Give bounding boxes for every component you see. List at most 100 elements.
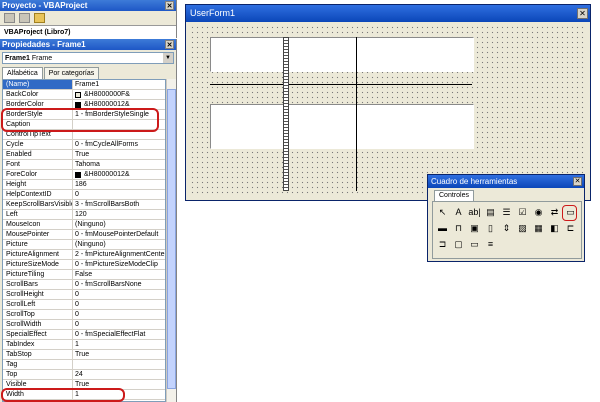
togglebutton-icon[interactable]: ⇄	[548, 206, 561, 218]
property-row[interactable]: Font Tahoma	[3, 160, 165, 170]
project-tree[interactable]: VBAProject (Libro7)	[0, 25, 176, 39]
property-value[interactable]: Frame1	[73, 80, 165, 89]
property-value[interactable]: True	[73, 350, 165, 359]
button-c-icon[interactable]: ⊐	[436, 238, 449, 250]
property-row[interactable]: MousePointer 0 - fmMousePointerDefault	[3, 230, 165, 240]
close-icon[interactable]: ✕	[165, 40, 174, 49]
userform-canvas[interactable]	[190, 25, 586, 196]
button-d-icon[interactable]: ▢	[452, 238, 465, 250]
property-row[interactable]: ScrollWidth 0	[3, 320, 165, 330]
property-value[interactable]: &H8000000F&	[73, 90, 165, 99]
property-scrollbar[interactable]	[166, 79, 176, 402]
frame-control-bottom[interactable]	[210, 104, 474, 149]
checkbox-icon[interactable]: ☑	[516, 206, 529, 218]
form-designer: UserForm1 ✕ Cuadro de herramientas ✕ Con…	[178, 0, 600, 402]
property-value[interactable]: 1	[73, 340, 165, 349]
multipage-icon[interactable]: ▣	[468, 222, 481, 234]
property-value[interactable]: 0 - fmSpecialEffectFlat	[73, 330, 165, 339]
property-row[interactable]: TabIndex 1	[3, 340, 165, 350]
spinbutton-icon[interactable]: ⇕	[500, 222, 513, 234]
vertical-line[interactable]	[356, 37, 357, 191]
property-row[interactable]: Height 186	[3, 180, 165, 190]
optionbutton-icon[interactable]: ◉	[532, 206, 545, 218]
property-value[interactable]: 0	[73, 310, 165, 319]
property-value[interactable]: 0	[73, 300, 165, 309]
frame-control-top[interactable]	[210, 37, 474, 72]
image-icon[interactable]: ▨	[516, 222, 529, 234]
toolbox-title-bar[interactable]: Cuadro de herramientas ✕	[428, 175, 584, 188]
object-selector[interactable]: Frame1 Frame ▼	[2, 52, 174, 64]
button-f-icon[interactable]: ≡	[484, 238, 497, 250]
selected-frame-handle[interactable]	[283, 37, 289, 191]
property-value[interactable]: 24	[73, 370, 165, 379]
property-row[interactable]: PictureSizeMode 0 - fmPictureSizeModeClip	[3, 260, 165, 270]
combobox-icon[interactable]: ▤	[484, 206, 497, 218]
close-icon[interactable]: ✕	[577, 8, 588, 19]
tabstrip-icon[interactable]: ⊓	[452, 222, 465, 234]
horizontal-line[interactable]	[210, 84, 472, 85]
property-value[interactable]: 120	[73, 210, 165, 219]
userform-window[interactable]: UserForm1 ✕	[185, 4, 591, 201]
property-row[interactable]: ScrollBars 0 - fmScrollBarsNone	[3, 280, 165, 290]
property-row[interactable]: Picture (Ninguno)	[3, 240, 165, 250]
close-icon[interactable]: ✕	[573, 177, 582, 186]
property-value[interactable]: 3 - fmScrollBarsBoth	[73, 200, 165, 209]
property-value[interactable]	[73, 360, 165, 369]
property-row[interactable]: TabStop True	[3, 350, 165, 360]
project-title-bar[interactable]: Proyecto - VBAProject ✕	[0, 0, 176, 11]
property-row[interactable]: Tag	[3, 360, 165, 370]
property-row[interactable]: ScrollLeft 0	[3, 300, 165, 310]
property-value[interactable]: 0	[73, 290, 165, 299]
property-row[interactable]: BackColor &H8000000F&	[3, 90, 165, 100]
view-object-icon[interactable]	[19, 13, 30, 23]
property-value[interactable]: (Ninguno)	[73, 240, 165, 249]
button-b-icon[interactable]: ⊏	[564, 222, 577, 234]
button-a-icon[interactable]: ◧	[548, 222, 561, 234]
tree-item[interactable]: VBAProject (Libro7)	[4, 29, 71, 36]
chevron-down-icon[interactable]: ▼	[163, 53, 173, 63]
property-row[interactable]: ScrollTop 0	[3, 310, 165, 320]
property-row[interactable]: Top 24	[3, 370, 165, 380]
property-value[interactable]: (Ninguno)	[73, 220, 165, 229]
property-value[interactable]: 0 - fmPictureSizeModeClip	[73, 260, 165, 269]
property-row[interactable]: SpecialEffect 0 - fmSpecialEffectFlat	[3, 330, 165, 340]
label-icon[interactable]: A	[452, 206, 465, 218]
property-value[interactable]: 0	[73, 190, 165, 199]
pointer-icon[interactable]: ↖	[436, 206, 449, 218]
view-code-icon[interactable]	[4, 13, 15, 23]
commandbutton-icon[interactable]: ▬	[436, 222, 449, 234]
userform-title-bar[interactable]: UserForm1 ✕	[186, 5, 590, 22]
property-row[interactable]: Left 120	[3, 210, 165, 220]
property-value[interactable]: 0 - fmMousePointerDefault	[73, 230, 165, 239]
scrollbar-thumb[interactable]	[167, 89, 176, 389]
refedit-icon[interactable]: ▦	[532, 222, 545, 234]
folder-icon[interactable]	[34, 13, 45, 23]
property-row[interactable]: HelpContextID 0	[3, 190, 165, 200]
property-row[interactable]: Enabled True	[3, 150, 165, 160]
property-row[interactable]: ForeColor &H80000012&	[3, 170, 165, 180]
tab-categories[interactable]: Por categorías	[43, 67, 100, 79]
tab-alphabetic[interactable]: Alfabética	[2, 67, 43, 79]
property-row[interactable]: ScrollHeight 0	[3, 290, 165, 300]
close-icon[interactable]: ✕	[165, 1, 174, 10]
button-e-icon[interactable]: ▭	[468, 238, 481, 250]
property-row[interactable]: PictureAlignment 2 - fmPictureAlignmentCe…	[3, 250, 165, 260]
property-row[interactable]: Cycle 0 - fmCycleAllForms	[3, 140, 165, 150]
property-value[interactable]: 2 - fmPictureAlignmentCenter	[73, 250, 165, 259]
listbox-icon[interactable]: ☰	[500, 206, 513, 218]
property-row[interactable]: (Name) Frame1	[3, 80, 165, 90]
property-row[interactable]: KeepScrollBarsVisible 3 - fmScrollBarsBot…	[3, 200, 165, 210]
property-value[interactable]: 0 - fmScrollBarsNone	[73, 280, 165, 289]
property-value[interactable]: &H80000012&	[73, 170, 165, 179]
property-row[interactable]: PictureTiling False	[3, 270, 165, 280]
scrollbar-icon[interactable]: ▯	[484, 222, 497, 234]
property-value[interactable]: False	[73, 270, 165, 279]
properties-title-bar[interactable]: Propiedades - Frame1 ✕	[0, 39, 176, 50]
property-value[interactable]: 186	[73, 180, 165, 189]
property-value[interactable]: 0 - fmCycleAllForms	[73, 140, 165, 149]
textbox-icon[interactable]: ab|	[468, 206, 481, 218]
property-value[interactable]: True	[73, 150, 165, 159]
property-value[interactable]: 0	[73, 320, 165, 329]
property-value[interactable]: Tahoma	[73, 160, 165, 169]
property-row[interactable]: MouseIcon (Ninguno)	[3, 220, 165, 230]
